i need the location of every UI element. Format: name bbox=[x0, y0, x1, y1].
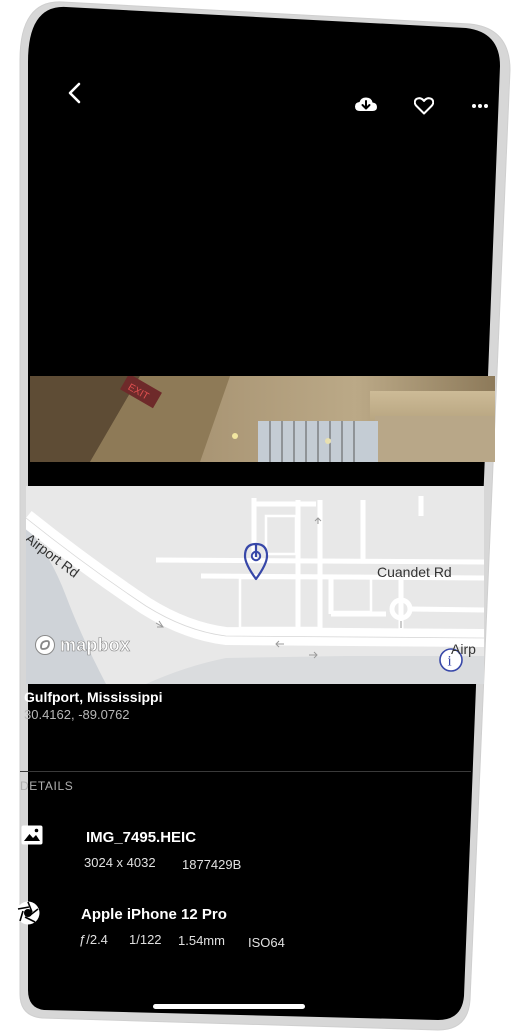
camera-model: Apple iPhone 12 Pro bbox=[81, 906, 227, 923]
cloud-download-icon bbox=[355, 97, 377, 111]
road-label-airport-cut: Airp bbox=[451, 641, 476, 657]
file-dimensions: 3024 x 4032 bbox=[84, 855, 156, 870]
mapbox-logo-icon bbox=[35, 635, 55, 655]
camera-aperture: ƒ/2.4 bbox=[79, 932, 108, 947]
camera-iso: ISO64 bbox=[248, 935, 285, 950]
heart-icon bbox=[414, 97, 434, 115]
chevron-left-icon bbox=[68, 82, 81, 104]
stage: EXIT i Airport Rd Cuandet Rd Airp mapbox… bbox=[0, 0, 512, 1034]
location-map[interactable]: i Airport Rd Cuandet Rd Airp mapbox bbox=[26, 486, 484, 684]
more-options-button[interactable] bbox=[469, 100, 491, 112]
location-coordinates: 30.4162, -89.0762 bbox=[24, 707, 130, 722]
section-divider bbox=[20, 771, 471, 772]
details-header: DETAILS bbox=[20, 779, 74, 793]
mapbox-logo[interactable]: mapbox bbox=[34, 634, 130, 656]
location-place: Gulfport, Mississippi bbox=[24, 689, 163, 705]
back-button[interactable] bbox=[62, 80, 88, 106]
mapbox-attribution: mapbox bbox=[60, 634, 131, 655]
download-button[interactable] bbox=[353, 94, 379, 116]
road-label-cuandet: Cuandet Rd bbox=[377, 564, 452, 580]
photo-content: EXIT bbox=[30, 376, 495, 462]
camera-focal-length: 1.54mm bbox=[178, 933, 225, 948]
camera-shutter: 1/122 bbox=[129, 932, 162, 947]
home-indicator[interactable] bbox=[153, 1004, 305, 1009]
phone-device: EXIT i Airport Rd Cuandet Rd Airp mapbox… bbox=[0, 0, 512, 1034]
file-size: 1877429B bbox=[182, 857, 242, 872]
aperture-icon bbox=[16, 901, 40, 925]
more-horizontal-icon bbox=[472, 104, 488, 108]
photo-image[interactable]: EXIT bbox=[30, 376, 495, 462]
favorite-button[interactable] bbox=[411, 94, 437, 118]
image-icon bbox=[21, 825, 43, 845]
file-name: IMG_7495.HEIC bbox=[86, 829, 197, 846]
